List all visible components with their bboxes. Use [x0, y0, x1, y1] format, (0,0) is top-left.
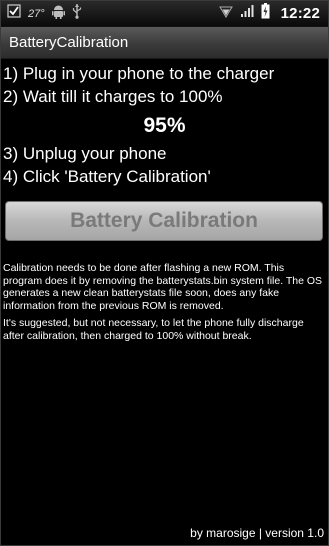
battery-icon	[261, 3, 270, 24]
android-icon	[51, 4, 65, 24]
status-bar-left: 27°	[7, 1, 82, 26]
status-bar: 27° 12:22	[1, 1, 328, 27]
battery-calibration-button[interactable]: Battery Calibration	[5, 201, 323, 241]
usb-icon	[72, 3, 82, 24]
checkbox-icon	[7, 4, 21, 23]
wifi-icon	[218, 4, 233, 23]
clock: 12:22	[280, 5, 320, 22]
signal-icon	[240, 4, 254, 23]
app-screen: 27° 12:22 BatteryCalibration 1) Plug in …	[0, 0, 329, 546]
info-paragraph-2: It's suggested, but not necessary, to le…	[3, 317, 304, 342]
step-2-text: 2) Wait till it charges to 100%	[3, 87, 223, 106]
step-3-text: 3) Unplug your phone	[3, 144, 167, 163]
info-paragraph-1: Calibration needs to be done after flash…	[3, 262, 323, 312]
footer-credit: by marosige | version 1.0	[190, 526, 324, 540]
status-bar-right: 12:22	[218, 1, 320, 26]
step-1-text: 1) Plug in your phone to the charger	[3, 64, 275, 83]
temperature-text: 27°	[28, 7, 45, 20]
battery-calibration-button-label: Battery Calibration	[70, 209, 258, 232]
title-bar: BatteryCalibration	[1, 27, 328, 59]
app-title: BatteryCalibration	[9, 34, 129, 51]
step-4-text: 4) Click 'Battery Calibration'	[3, 167, 211, 186]
battery-level: 95%	[143, 114, 186, 137]
